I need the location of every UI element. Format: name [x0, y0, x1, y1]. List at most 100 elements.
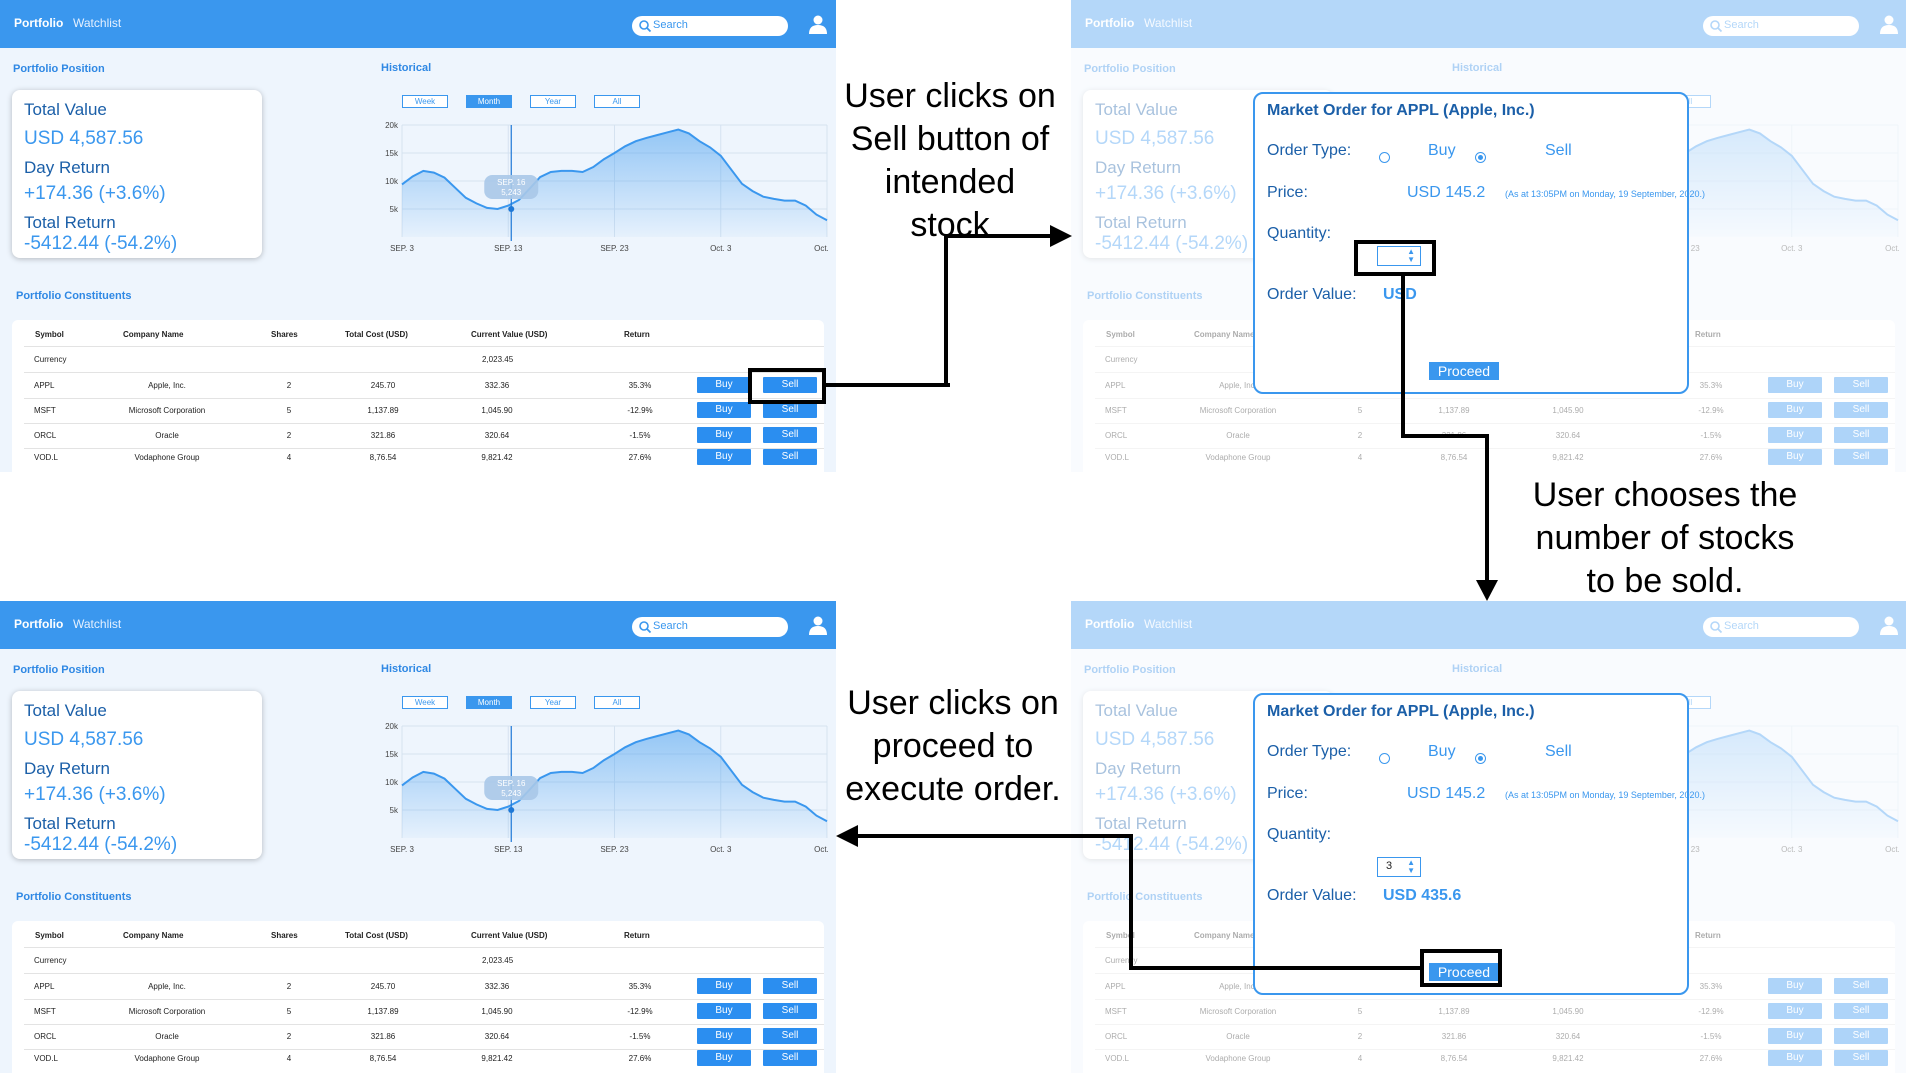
price-label: Price:: [1267, 184, 1308, 201]
table-cell-value: 320.64: [484, 1032, 510, 1041]
section-title-position: Portfolio Position: [13, 63, 105, 75]
range-tab-year[interactable]: Year: [530, 696, 576, 709]
y-tick-label: 5k: [390, 806, 399, 815]
buy-button-msft[interactable]: Buy: [697, 1003, 751, 1019]
buy-button-msft[interactable]: Buy: [697, 402, 751, 418]
x-tick-label: Oct. 3: [710, 244, 732, 253]
user-icon[interactable]: [808, 615, 828, 635]
stepper-arrows-icon[interactable]: ▲ ▼: [1407, 859, 1415, 875]
table-cell-value: 9,821.42: [481, 453, 513, 462]
x-tick-label: SEP. 13: [494, 845, 523, 854]
search-placeholder: Search: [653, 19, 688, 31]
total-return: -5412.44 (-54.2%): [24, 834, 178, 855]
sell-button-vod-l[interactable]: Sell: [763, 1050, 817, 1066]
table-cell-ret: -12.9%: [627, 406, 653, 415]
table-cell-cost: 1,137.89: [367, 406, 399, 415]
search-input[interactable]: Search: [632, 16, 788, 36]
section-title-historical: Historical: [381, 62, 432, 74]
sell-button-orcl[interactable]: Sell: [763, 427, 817, 443]
table-cell-value: 332.36: [484, 982, 510, 991]
range-tab-month[interactable]: Month: [466, 95, 512, 108]
sell-button-vod-l[interactable]: Sell: [763, 449, 817, 465]
sell-option-label[interactable]: Sell: [1545, 142, 1572, 160]
dialog-title: Market Order for APPL (Apple, Inc.): [1267, 102, 1535, 119]
sell-button-orcl[interactable]: Sell: [763, 1028, 817, 1044]
connector-line: [1129, 966, 1420, 970]
range-tab-week[interactable]: Week: [402, 696, 448, 709]
table-cell-value: 1,045.90: [481, 1007, 513, 1016]
buy-option-label[interactable]: Buy: [1428, 743, 1456, 761]
proceed-button[interactable]: Proceed: [1429, 362, 1499, 380]
table-cell-ret: -1.5%: [629, 1032, 651, 1041]
table-cell-company: Vodaphone Group: [134, 1054, 200, 1063]
row-divider: [24, 398, 824, 399]
buy-radio[interactable]: [1379, 753, 1390, 764]
section-title-position: Portfolio Position: [13, 664, 105, 676]
table-cell-shares: 2: [286, 431, 292, 440]
highlight-quantity-stepper: [1354, 240, 1436, 276]
row-divider: [24, 372, 824, 373]
buy-button-appl[interactable]: Buy: [697, 377, 751, 393]
search-input[interactable]: Search: [632, 617, 788, 637]
price-timestamp: (As at 13:05PM on Monday, 19 September, …: [1505, 790, 1705, 800]
sell-button-msft[interactable]: Sell: [763, 1003, 817, 1019]
range-tab-month[interactable]: Month: [466, 696, 512, 709]
buy-button-orcl[interactable]: Buy: [697, 427, 751, 443]
nav-watchlist-link[interactable]: Watchlist: [73, 617, 121, 631]
table-cell-cost: 8,76.54: [369, 1054, 397, 1063]
annotation-step3: User clicks on proceed to execute order.: [845, 684, 1061, 808]
order-value-label: Order Value:: [1267, 887, 1357, 904]
section-title-constituents: Portfolio Constituents: [16, 891, 132, 903]
connector-line: [1485, 434, 1489, 582]
row-divider: [24, 346, 824, 347]
sell-button-msft[interactable]: Sell: [763, 402, 817, 418]
col-header-return: Return: [624, 330, 650, 339]
day-return: +174.36 (+3.6%): [24, 183, 166, 204]
table-cell-ret: 27.6%: [628, 1054, 652, 1063]
step3-order-dialog-screen: Portfolio Watchlist Search Portfolio Pos…: [1071, 601, 1906, 1073]
table-cell-symbol: ORCL: [34, 1032, 57, 1041]
sell-button-appl[interactable]: Sell: [763, 978, 817, 994]
price-label: Price:: [1267, 785, 1308, 802]
connector-line: [944, 234, 948, 387]
col-header-shares: Shares: [271, 330, 298, 339]
dialog-title: Market Order for APPL (Apple, Inc.): [1267, 703, 1535, 720]
table-cell-symbol: MSFT: [34, 1007, 56, 1016]
tooltip-value: 5,243: [501, 789, 522, 798]
buy-button-orcl[interactable]: Buy: [697, 1028, 751, 1044]
col-header-cost: Total Cost (USD): [345, 931, 408, 940]
buy-button-vod-l[interactable]: Buy: [697, 1050, 751, 1066]
annotation-step1: User clicks on Sell button of intended stoc…: [844, 77, 1056, 244]
total-value-label: Total Value: [24, 100, 107, 119]
user-icon[interactable]: [808, 14, 828, 34]
range-tab-week[interactable]: Week: [402, 95, 448, 108]
buy-button-appl[interactable]: Buy: [697, 978, 751, 994]
table-cell-company: Oracle: [155, 431, 179, 440]
sell-radio[interactable]: [1475, 152, 1486, 163]
quantity-stepper[interactable]: 3 ▲ ▼: [1377, 857, 1421, 877]
nav-watchlist-link[interactable]: Watchlist: [73, 16, 121, 30]
sell-radio[interactable]: [1475, 753, 1486, 764]
range-tab-all[interactable]: All: [594, 696, 640, 709]
sell-option-label[interactable]: Sell: [1545, 743, 1572, 761]
row-divider: [24, 1024, 824, 1025]
range-tab-year[interactable]: Year: [530, 95, 576, 108]
nav-portfolio-link[interactable]: Portfolio: [14, 16, 63, 30]
buy-radio[interactable]: [1379, 152, 1390, 163]
section-title-constituents: Portfolio Constituents: [16, 290, 132, 302]
x-tick-label: SEP. 23: [600, 845, 629, 854]
connector-line: [826, 383, 950, 387]
buy-button-vod-l[interactable]: Buy: [697, 449, 751, 465]
connector-line: [1401, 434, 1489, 438]
arrow-left-icon: [836, 825, 858, 847]
quantity-label: Quantity:: [1267, 826, 1332, 843]
y-tick-label: 20k: [385, 121, 399, 130]
nav-portfolio-link[interactable]: Portfolio: [14, 617, 63, 631]
currency-label: Currency: [34, 355, 67, 364]
table-cell-ret: 27.6%: [628, 453, 652, 462]
table-cell-ret: -1.5%: [629, 431, 651, 440]
buy-option-label[interactable]: Buy: [1428, 142, 1456, 160]
range-tab-all[interactable]: All: [594, 95, 640, 108]
day-return-label: Day Return: [24, 158, 110, 177]
step4-portfolio-screen: Portfolio Watchlist Search Portfolio Pos…: [0, 601, 836, 1073]
